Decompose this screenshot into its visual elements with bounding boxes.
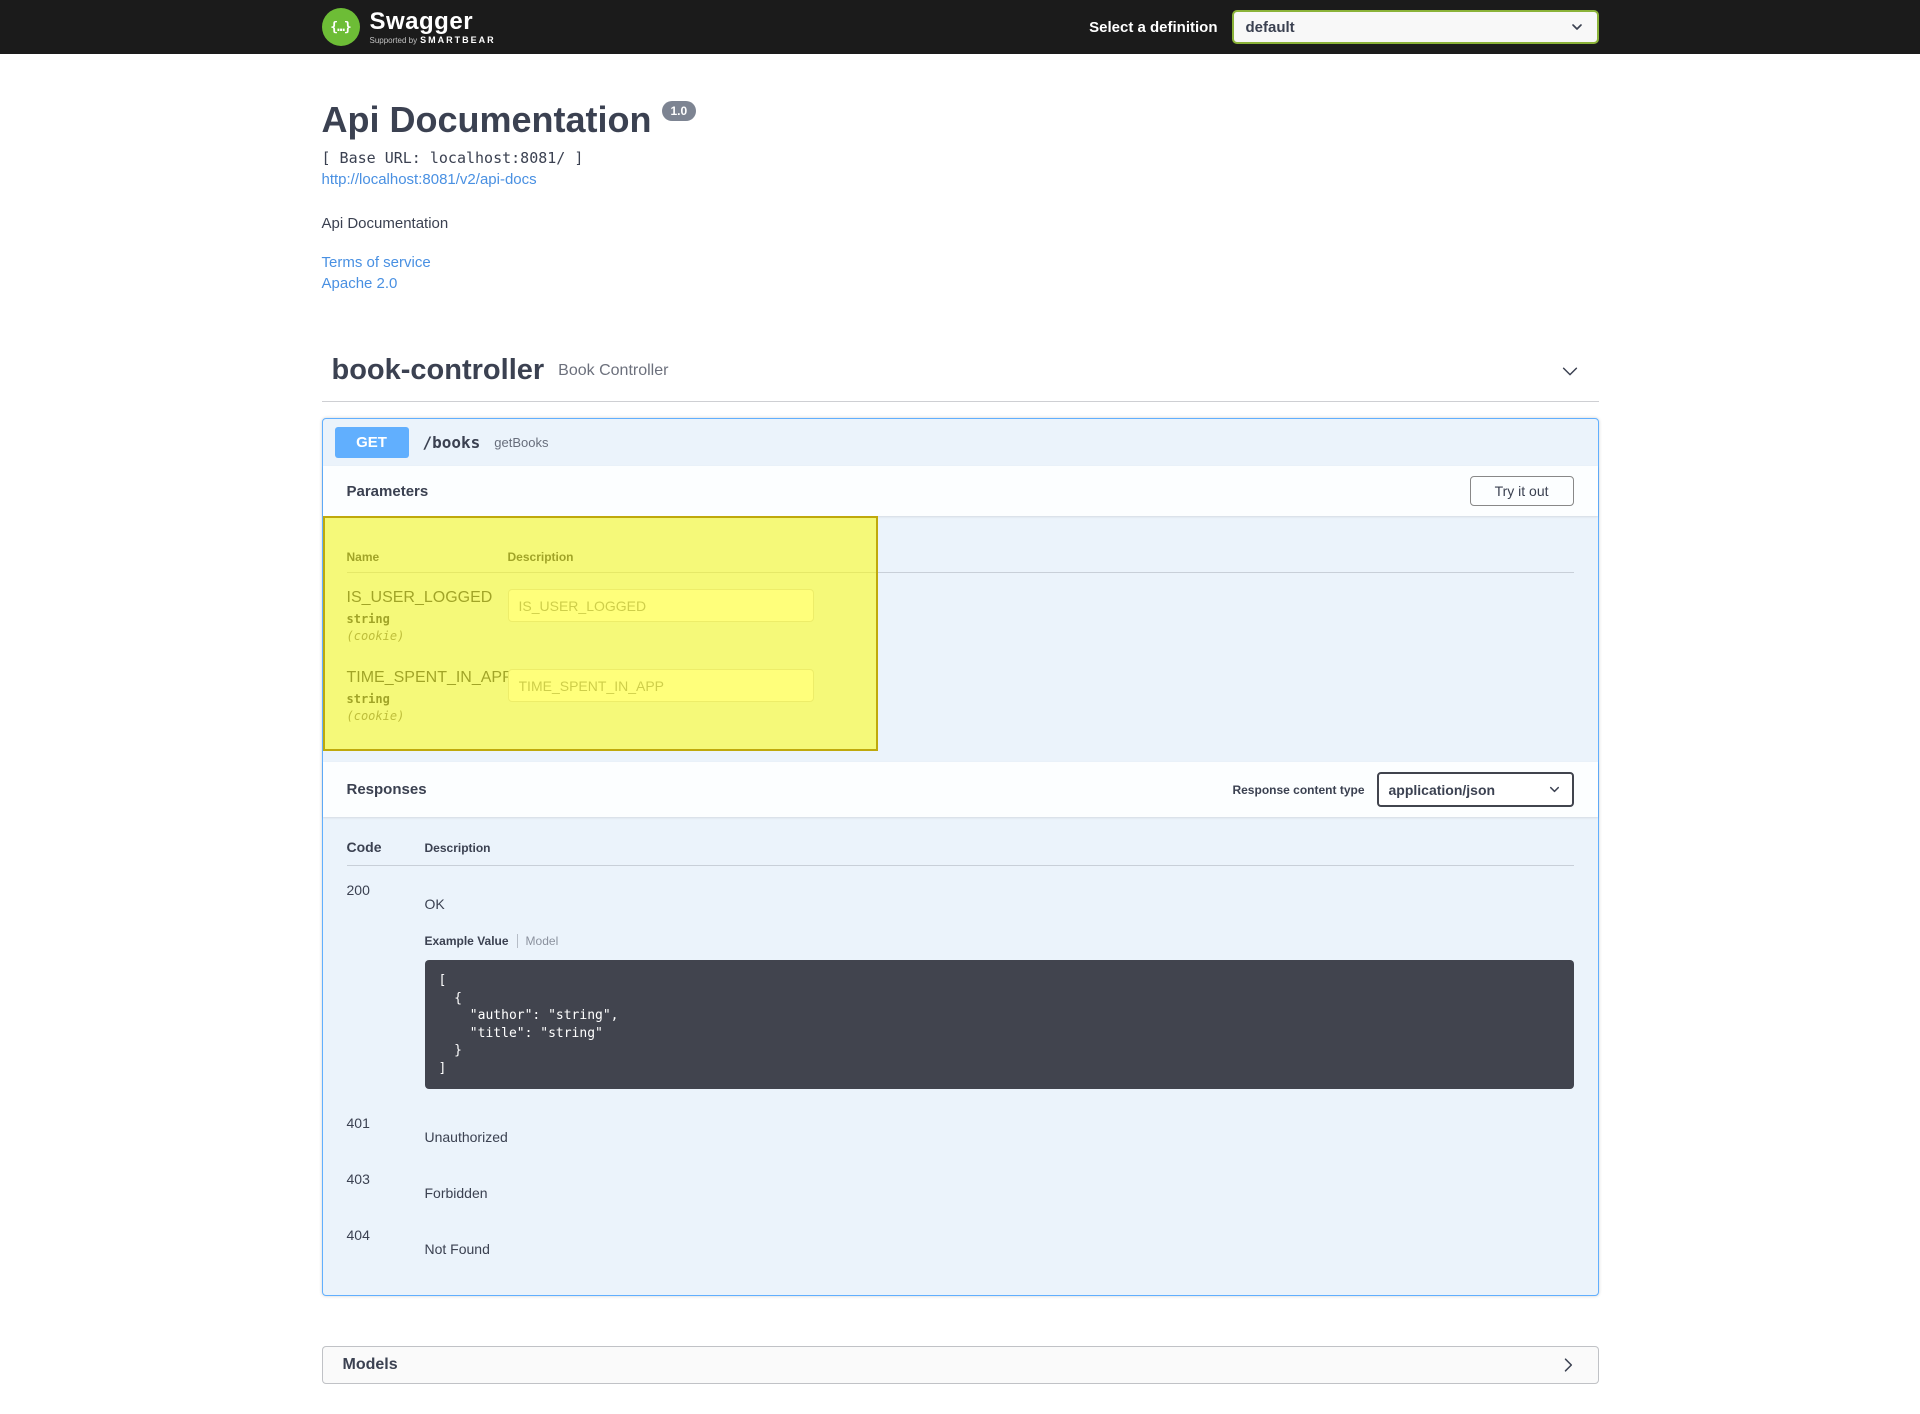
parameter-input-is-user-logged[interactable] [508, 589, 814, 622]
response-row-401: 401 Unauthorized [347, 1099, 1574, 1155]
responses-title: Responses [347, 781, 427, 798]
parameter-name: IS_USER_LOGGED [347, 589, 508, 607]
tag-section-book-controller: book-controller Book Controller GET /boo… [322, 354, 1599, 1296]
response-row-200: 200 OK Example Value Model [ { "author":… [347, 866, 1574, 1099]
definition-select-value: default [1246, 19, 1295, 36]
chevron-down-icon [1547, 782, 1562, 797]
definition-select[interactable]: default [1232, 10, 1599, 44]
response-content-type-value: application/json [1389, 782, 1496, 798]
parameter-input-time-spent-in-app[interactable] [508, 669, 814, 702]
responses-body: Code Description 200 OK Example Value Mo… [323, 817, 1598, 1295]
collapse-chevron-down-icon [1559, 360, 1581, 382]
parameter-name: TIME_SPENT_IN_APP [347, 669, 508, 687]
response-description: Not Found [425, 1241, 1574, 1257]
tab-example-value[interactable]: Example Value [425, 934, 509, 948]
response-row-403: 403 Forbidden [347, 1155, 1574, 1211]
response-content-type-label: Response content type [1232, 783, 1364, 797]
response-code: 200 [347, 882, 425, 898]
response-row-404: 404 Not Found [347, 1211, 1574, 1267]
opblock-summary[interactable]: GET /books getBooks [323, 419, 1598, 466]
tab-model[interactable]: Model [526, 934, 559, 948]
responses-header: Responses Response content type applicat… [323, 762, 1598, 817]
license-link[interactable]: Apache 2.0 [322, 275, 1599, 292]
response-description: Forbidden [425, 1185, 1574, 1201]
api-info: Api Documentation1.0 [ Base URL: localho… [322, 54, 1599, 292]
parameter-row-is-user-logged: IS_USER_LOGGED string (cookie) [347, 573, 1574, 643]
chevron-down-icon [1569, 19, 1585, 35]
column-name-header: Name [347, 550, 508, 564]
parameters-table-header: Name Description [347, 538, 1574, 573]
example-tabs: Example Value Model [425, 934, 1574, 948]
api-docs-link[interactable]: http://localhost:8081/v2/api-docs [322, 171, 537, 188]
parameter-location: (cookie) [347, 709, 508, 723]
response-content-type-select[interactable]: application/json [1377, 772, 1574, 807]
endpoint-path: /books [423, 433, 481, 452]
column-description-header: Description [508, 550, 574, 564]
tag-header-book-controller[interactable]: book-controller Book Controller [322, 354, 1599, 402]
parameter-row-time-spent-in-app: TIME_SPENT_IN_APP string (cookie) [347, 653, 1574, 723]
column-code-header: Code [347, 839, 425, 855]
topbar: {…} Swagger Supported bySMARTBEAR Select… [0, 0, 1920, 54]
parameters-header: Parameters Try it out [323, 466, 1598, 516]
parameters-body: Name Description IS_USER_LOGGED string (… [323, 516, 1598, 762]
parameter-type: string [347, 692, 508, 706]
response-code: 401 [347, 1115, 425, 1131]
column-description-header: Description [425, 841, 491, 855]
models-section[interactable]: Models [322, 1346, 1599, 1384]
parameters-title: Parameters [347, 483, 429, 500]
parameter-location: (cookie) [347, 629, 508, 643]
swagger-logo[interactable]: {…} Swagger Supported bySMARTBEAR [322, 8, 496, 46]
example-json-block[interactable]: [ { "author": "string", "title": "string… [425, 960, 1574, 1089]
tag-name: book-controller [332, 354, 545, 387]
terms-of-service-link[interactable]: Terms of service [322, 254, 1599, 271]
base-url: [ Base URL: localhost:8081/ ] [322, 149, 1599, 167]
models-title: Models [343, 1356, 398, 1374]
http-method-badge: GET [335, 427, 409, 458]
chevron-right-icon [1558, 1355, 1578, 1375]
api-description: Api Documentation [322, 215, 1599, 232]
swagger-logo-text: Swagger [370, 9, 496, 34]
page-title: Api Documentation1.0 [322, 99, 1599, 141]
response-description: Unauthorized [425, 1129, 1574, 1145]
response-description: OK [425, 896, 1574, 912]
tag-description: Book Controller [558, 362, 668, 380]
opblock-get-books: GET /books getBooks Parameters Try it ou… [322, 418, 1599, 1296]
version-badge: 1.0 [662, 101, 697, 121]
parameter-type: string [347, 612, 508, 626]
response-code: 403 [347, 1171, 425, 1187]
endpoint-summary: getBooks [494, 435, 548, 450]
smartbear-tagline: Supported bySMARTBEAR [370, 36, 496, 45]
select-definition-label: Select a definition [1089, 19, 1217, 36]
responses-table-header: Code Description [347, 839, 1574, 866]
try-it-out-button[interactable]: Try it out [1470, 476, 1574, 506]
tab-separator [517, 934, 518, 948]
swagger-logo-icon: {…} [322, 8, 360, 46]
